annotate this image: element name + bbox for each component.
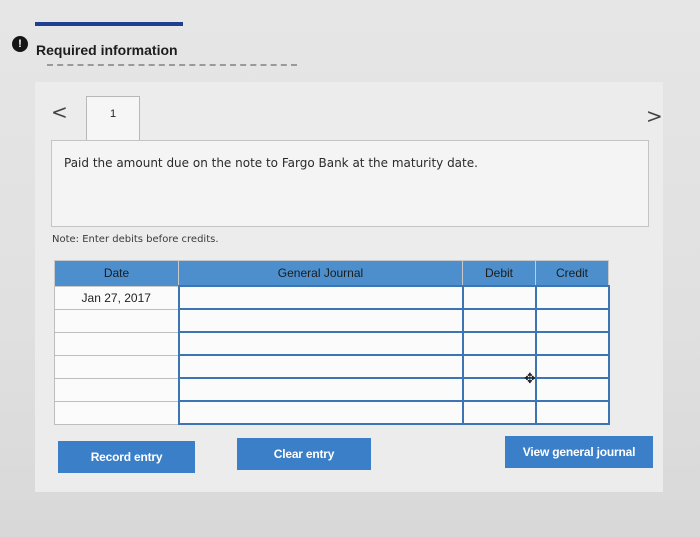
move-cursor-icon: ✥ xyxy=(524,370,536,386)
credit-input[interactable] xyxy=(536,310,608,331)
account-input[interactable] xyxy=(179,310,462,331)
table-row xyxy=(54,400,610,425)
top-rule xyxy=(35,22,183,26)
note-text: Note: Enter debits before credits. xyxy=(52,234,219,245)
credit-cell[interactable] xyxy=(534,285,610,310)
date-cell xyxy=(54,400,179,425)
credit-cell[interactable] xyxy=(534,331,610,356)
debit-cell[interactable] xyxy=(461,308,537,333)
date-cell xyxy=(54,308,179,333)
required-information-heading: Required information xyxy=(36,42,178,58)
journal-table: Date General Journal Debit Credit Jan 27… xyxy=(54,260,610,425)
col-header-debit: Debit xyxy=(462,260,536,287)
date-cell xyxy=(54,354,179,379)
credit-input[interactable] xyxy=(536,402,608,423)
date-cell xyxy=(54,377,179,402)
credit-cell[interactable] xyxy=(534,400,610,425)
credit-input[interactable] xyxy=(536,379,608,400)
debit-cell[interactable] xyxy=(461,400,537,425)
progress-dashes xyxy=(47,64,297,76)
record-entry-button[interactable]: Record entry xyxy=(58,441,195,473)
table-row xyxy=(54,308,610,333)
credit-input[interactable] xyxy=(536,287,608,308)
account-cell[interactable] xyxy=(177,308,464,333)
table-row xyxy=(54,331,610,356)
credit-input[interactable] xyxy=(536,356,608,377)
credit-cell[interactable] xyxy=(534,377,610,402)
col-header-credit: Credit xyxy=(535,260,609,287)
debit-input[interactable] xyxy=(463,402,535,423)
account-cell[interactable] xyxy=(177,354,464,379)
view-general-journal-button[interactable]: View general journal xyxy=(505,436,653,468)
prompt-box xyxy=(51,140,649,227)
debit-input[interactable] xyxy=(463,287,535,308)
debit-input[interactable] xyxy=(463,333,535,354)
credit-cell[interactable] xyxy=(534,354,610,379)
table-row: Jan 27, 2017 xyxy=(54,285,610,310)
credit-cell[interactable] xyxy=(534,308,610,333)
prompt-text: Paid the amount due on the note to Fargo… xyxy=(64,156,478,170)
col-header-date: Date xyxy=(54,260,179,287)
alert-icon: ! xyxy=(12,36,28,52)
credit-input[interactable] xyxy=(536,333,608,354)
next-chevron-icon[interactable]: > xyxy=(646,104,663,128)
account-input[interactable] xyxy=(179,356,462,377)
clear-entry-button[interactable]: Clear entry xyxy=(237,438,371,470)
debit-input[interactable] xyxy=(463,310,535,331)
account-input[interactable] xyxy=(179,402,462,423)
debit-cell[interactable] xyxy=(461,331,537,356)
account-cell[interactable] xyxy=(177,377,464,402)
journal-header-row: Date General Journal Debit Credit xyxy=(54,260,609,287)
prev-chevron-icon[interactable]: < xyxy=(51,100,68,124)
account-input[interactable] xyxy=(179,333,462,354)
account-cell[interactable] xyxy=(177,400,464,425)
col-header-general-journal: General Journal xyxy=(178,260,463,287)
date-cell: Jan 27, 2017 xyxy=(54,285,179,310)
date-cell xyxy=(54,331,179,356)
account-input[interactable] xyxy=(179,379,462,400)
account-input[interactable] xyxy=(179,287,462,308)
debit-cell[interactable] xyxy=(461,285,537,310)
account-cell[interactable] xyxy=(177,285,464,310)
account-cell[interactable] xyxy=(177,331,464,356)
tab-1[interactable]: 1 xyxy=(86,96,140,141)
